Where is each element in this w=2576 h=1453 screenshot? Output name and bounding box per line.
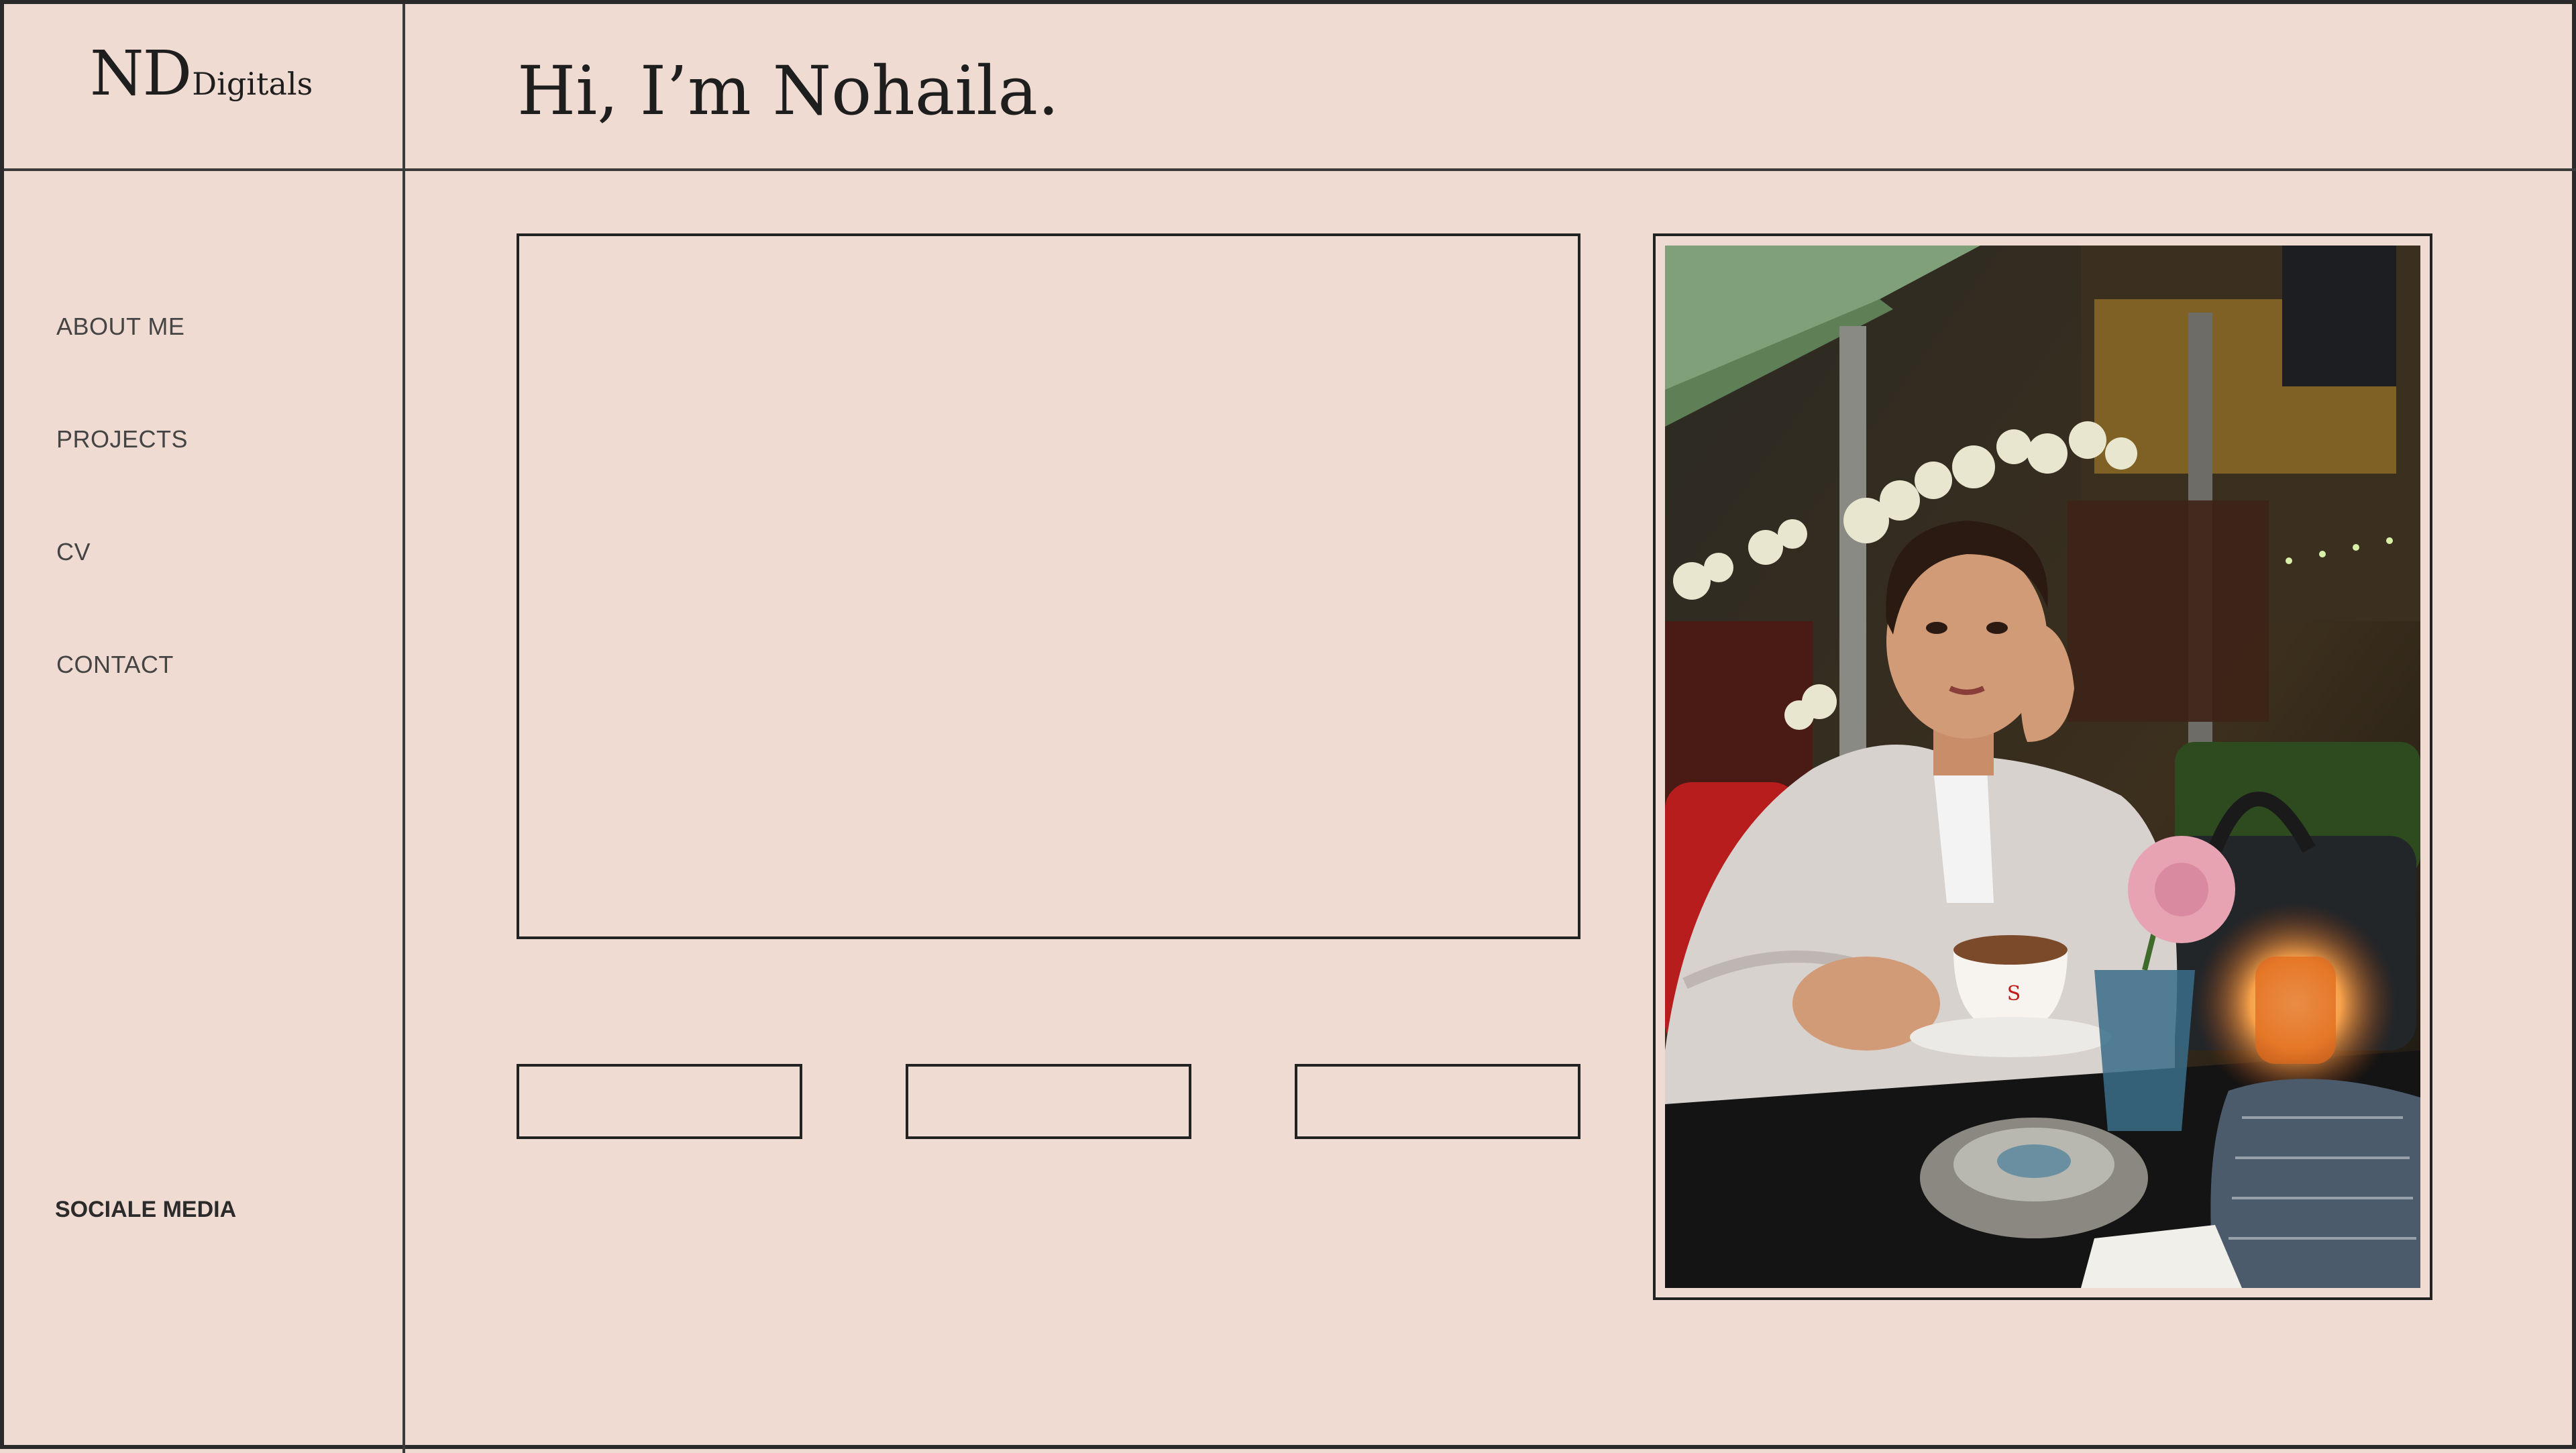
nav-item-cv[interactable]: CV xyxy=(56,538,91,566)
placeholder-button-1[interactable] xyxy=(517,1064,802,1139)
profile-photo: S xyxy=(1665,246,2420,1288)
logo-main-text: ND xyxy=(90,38,192,109)
profile-photo-frame: S xyxy=(1653,233,2432,1300)
brand-logo[interactable]: NDDigitals xyxy=(90,43,313,117)
nav-item-projects[interactable]: PROJECTS xyxy=(56,425,188,453)
nav-item-about-me[interactable]: ABOUT ME xyxy=(56,313,184,341)
placeholder-button-3[interactable] xyxy=(1295,1064,1580,1139)
page-frame: NDDigitals Hi, I’m Nohaila. ABOUT ME PRO… xyxy=(0,0,2576,1453)
content-placeholder-box xyxy=(517,233,1580,939)
social-media-label[interactable]: SOCIALE MEDIA xyxy=(55,1197,236,1223)
nav-item-contact[interactable]: CONTACT xyxy=(56,651,174,679)
logo-sub-text: Digitals xyxy=(192,66,313,102)
placeholder-button-2[interactable] xyxy=(906,1064,1191,1139)
sidebar-divider xyxy=(402,4,405,1453)
page-title: Hi, I’m Nohaila. xyxy=(517,52,1059,130)
header-divider xyxy=(4,168,2576,171)
svg-text:S: S xyxy=(2007,982,2021,1006)
